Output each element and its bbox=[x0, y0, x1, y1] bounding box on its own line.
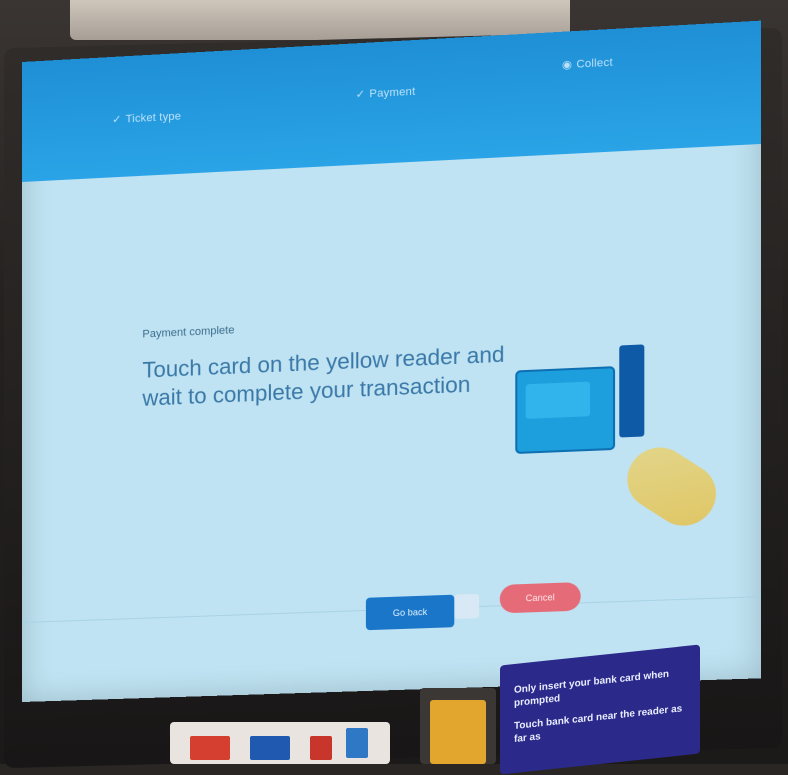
step-label: Payment bbox=[369, 85, 416, 101]
payment-status: Payment complete bbox=[142, 324, 235, 341]
panel-text: Only insert your bank card when prompted… bbox=[514, 666, 684, 756]
accepted-cards-strip bbox=[170, 722, 390, 764]
back-button-icon[interactable] bbox=[454, 593, 480, 620]
cancel-button[interactable]: Cancel bbox=[499, 582, 581, 614]
card-reader[interactable] bbox=[420, 688, 496, 764]
check-icon: ✓ bbox=[355, 88, 366, 102]
back-button[interactable]: Go back bbox=[365, 594, 455, 631]
card-face bbox=[525, 381, 591, 419]
yellow-reader-pad[interactable] bbox=[430, 700, 486, 764]
step-ticket-type: ✓ Ticket type bbox=[112, 109, 181, 126]
reader-device-icon bbox=[619, 344, 645, 438]
bank-card-icon bbox=[515, 366, 616, 454]
step-label: Ticket type bbox=[125, 110, 182, 126]
step-label: Collect bbox=[576, 56, 613, 71]
card-reader-illustration bbox=[515, 344, 650, 462]
card-logo-icon bbox=[346, 728, 368, 758]
panel-line: Touch bank card near the reader as far a… bbox=[514, 703, 683, 746]
top-sign bbox=[70, 0, 570, 40]
panel-line: Only insert your bank card when prompted bbox=[514, 668, 670, 710]
step-payment: ✓ Payment bbox=[356, 85, 416, 101]
check-icon: ✓ bbox=[112, 113, 122, 127]
instruction-panel: Only insert your bank card when prompted… bbox=[500, 644, 700, 775]
card-logo-icon bbox=[250, 736, 290, 760]
step-marker-icon: ◉ bbox=[561, 58, 573, 72]
instruction-text: Touch card on the yellow reader and wait… bbox=[142, 341, 505, 411]
step-collect: ◉ Collect bbox=[561, 55, 613, 72]
card-logo-icon bbox=[310, 736, 332, 760]
card-logo-icon bbox=[190, 736, 230, 760]
kiosk-screen: ✓ Ticket type ✓ Payment ◉ Collect Payment c… bbox=[22, 20, 761, 702]
